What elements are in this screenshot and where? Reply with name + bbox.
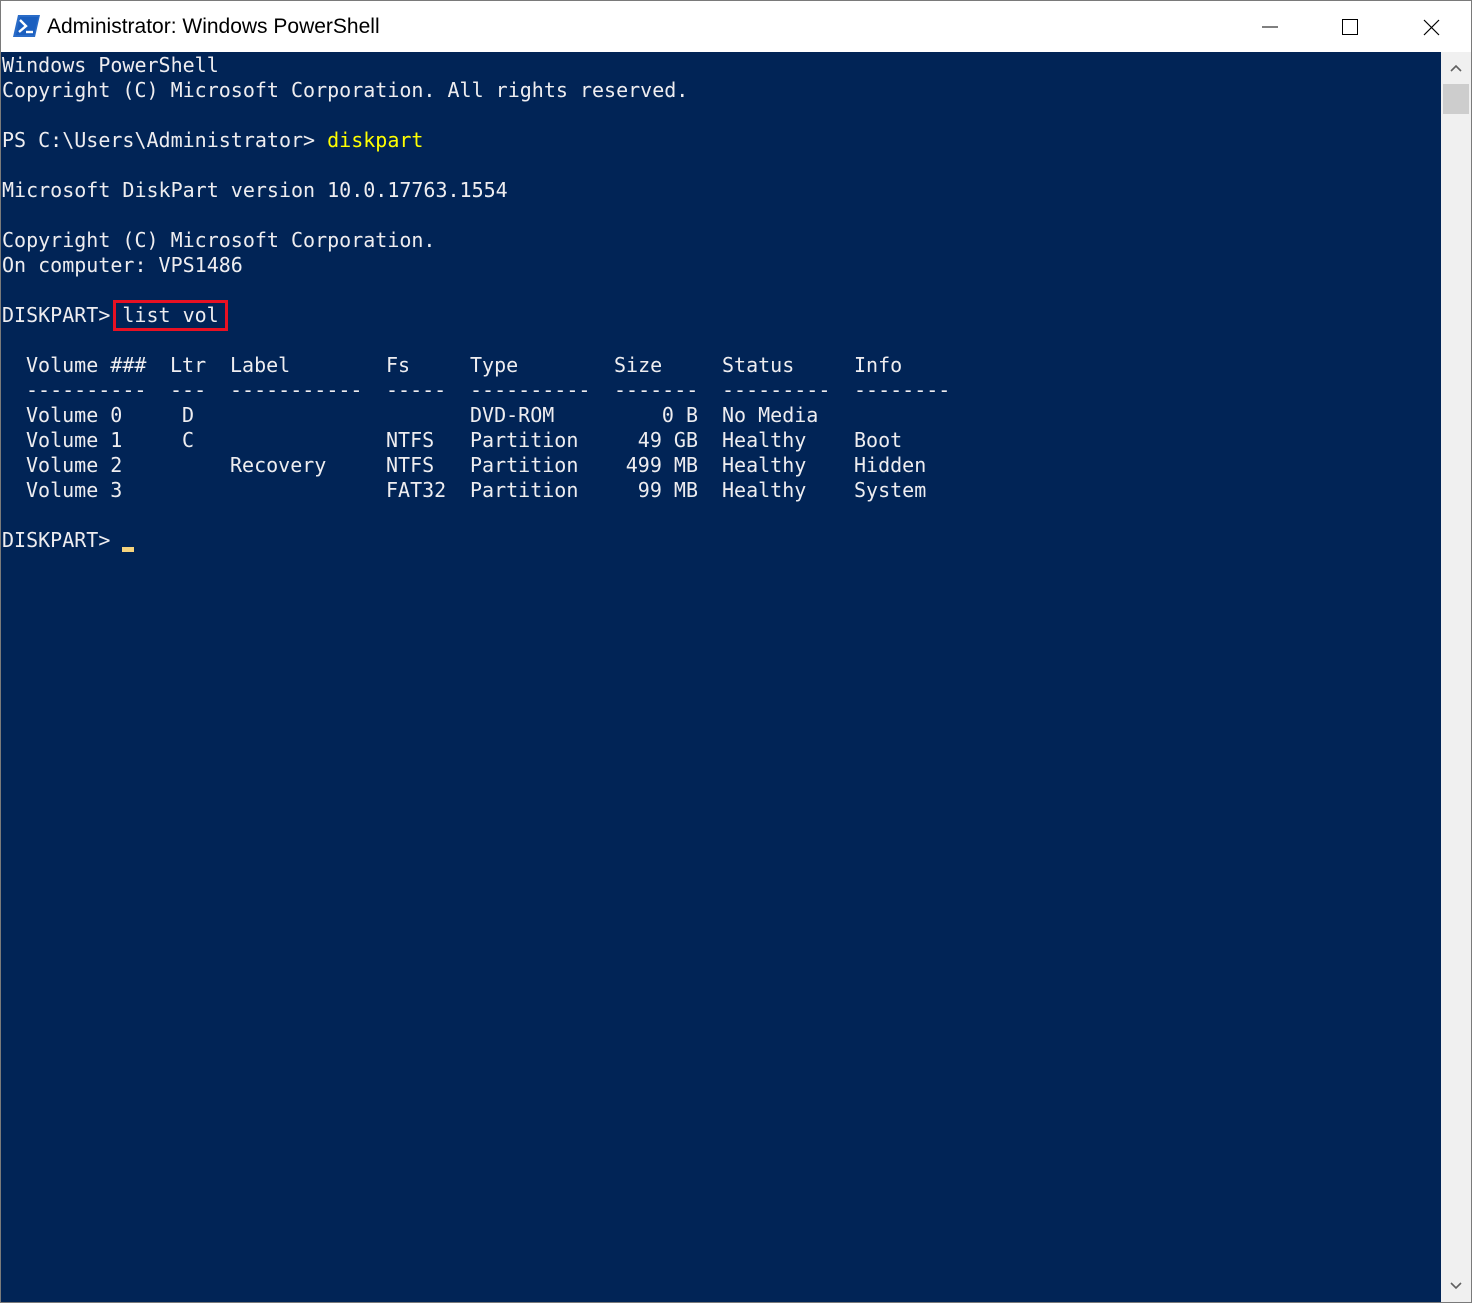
col-separator: --- (170, 378, 207, 402)
table-cell-size: 499 MB (625, 453, 698, 477)
table-cell-status: Healthy (722, 428, 807, 452)
close-button[interactable] (1391, 1, 1471, 52)
powershell-window: Administrator: Windows PowerShell Window… (0, 0, 1472, 1303)
final-prompt-line: DISKPART> (2, 528, 123, 552)
col-header-volume: Volume ### (26, 353, 147, 377)
table-cell-volume: Volume 3 (26, 478, 123, 502)
table-cell-label: Recovery (230, 453, 327, 477)
table-cell-status: No Media (722, 403, 819, 427)
table-cell-volume: Volume 2 (26, 453, 123, 477)
ps-prompt: PS C:\Users\Administrator> (2, 128, 328, 152)
scroll-up-button[interactable] (1441, 52, 1471, 84)
table-cell-type: Partition (470, 478, 579, 502)
diskpart-version-line: Microsoft DiskPart version 10.0.17763.15… (2, 178, 508, 202)
window-title: Administrator: Windows PowerShell (47, 15, 380, 38)
table-cell-ltr: C (182, 428, 195, 452)
table-cell-fs: FAT32 (386, 478, 447, 502)
table-cell-type: Partition (470, 453, 579, 477)
table-cell-ltr: D (182, 403, 195, 427)
minimize-button[interactable] (1230, 1, 1310, 52)
table-cell-status: Healthy (722, 478, 807, 502)
col-separator: ---------- (26, 378, 147, 402)
text-cursor (122, 547, 134, 552)
col-header-status: Status (722, 353, 795, 377)
table-cell-fs: NTFS (386, 428, 435, 452)
col-separator: ----- (386, 378, 447, 402)
ps-prompt-line: PS C:\Users\Administrator> diskpart (2, 128, 423, 153)
col-header-label: Label (230, 353, 291, 377)
computer-line: On computer: VPS1486 (2, 253, 243, 277)
table-cell-info: System (854, 478, 927, 502)
close-icon (1423, 19, 1440, 36)
col-header-fs: Fs (386, 353, 411, 377)
col-separator: ----------- (230, 378, 363, 402)
table-cell-size: 0 B (661, 403, 698, 427)
col-header-info: Info (854, 353, 903, 377)
table-cell-size: 49 GB (637, 428, 698, 452)
table-cell-volume: Volume 0 (26, 403, 123, 427)
highlighted-command: list vol (113, 300, 228, 331)
col-header-ltr: Ltr (170, 353, 207, 377)
table-cell-status: Healthy (722, 453, 807, 477)
scroll-down-button[interactable] (1441, 1270, 1471, 1302)
diskpart-prompt: DISKPART> (2, 303, 111, 327)
maximize-icon (1342, 19, 1358, 35)
col-separator: -------- (854, 378, 951, 402)
vertical-scrollbar[interactable] (1441, 52, 1471, 1302)
diskpart-copyright-line: Copyright (C) Microsoft Corporation. (2, 228, 436, 252)
minimize-icon (1262, 26, 1278, 28)
table-cell-type: DVD-ROM (470, 403, 555, 427)
col-separator: --------- (722, 378, 831, 402)
chevron-up-icon (1450, 64, 1462, 72)
title-bar[interactable]: Administrator: Windows PowerShell (1, 1, 1471, 52)
col-separator: ---------- (470, 378, 591, 402)
table-cell-fs: NTFS (386, 453, 435, 477)
table-cell-volume: Volume 1 (26, 428, 123, 452)
copyright-line: Copyright (C) Microsoft Corporation. All… (2, 78, 689, 102)
chevron-down-icon (1450, 1282, 1462, 1290)
table-cell-info: Hidden (854, 453, 927, 477)
diskpart-prompt-line: DISKPART> list vol (2, 300, 228, 331)
ps-command: diskpart (327, 128, 424, 152)
col-header-size: Size (614, 353, 663, 377)
banner-line: Windows PowerShell (2, 53, 219, 77)
col-header-type: Type (470, 353, 519, 377)
scrollbar-thumb[interactable] (1443, 84, 1469, 114)
console-output[interactable]: Windows PowerShell Copyright (C) Microso… (1, 52, 1441, 1302)
maximize-button[interactable] (1310, 1, 1390, 52)
powershell-icon (13, 15, 40, 37)
table-cell-type: Partition (470, 428, 579, 452)
col-separator: ------- (614, 378, 699, 402)
table-cell-info: Boot (854, 428, 903, 452)
table-cell-size: 99 MB (637, 478, 698, 502)
